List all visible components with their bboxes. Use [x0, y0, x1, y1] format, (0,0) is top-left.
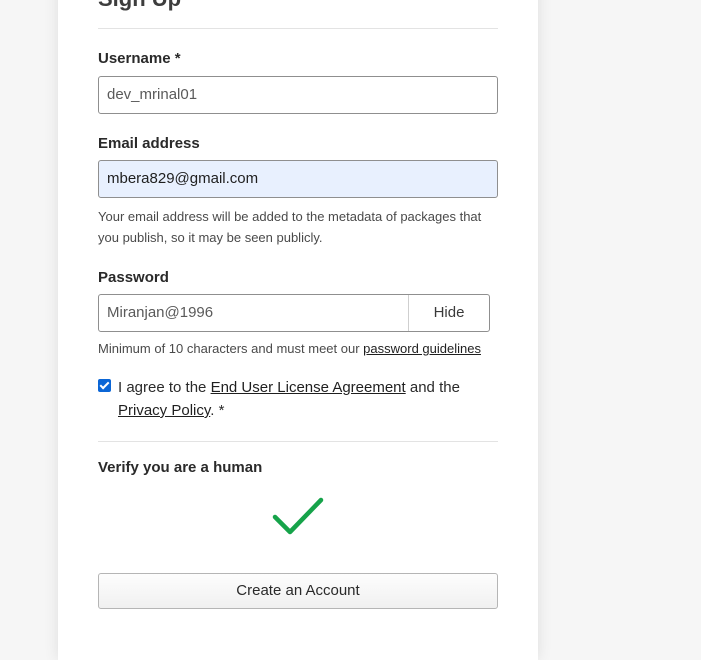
password-label: Password — [98, 269, 169, 286]
agree-suffix: . * — [210, 402, 225, 419]
divider — [98, 28, 498, 29]
privacy-policy-link[interactable]: Privacy Policy — [118, 402, 210, 419]
agree-prefix: I agree to the — [118, 379, 211, 396]
page-title: Sign Up — [98, 0, 181, 12]
username-input[interactable]: dev_mrinal01 — [98, 76, 498, 114]
email-help-text: Your email address will be added to the … — [98, 209, 482, 245]
email-label: Email address — [98, 135, 200, 152]
eula-link[interactable]: End User License Agreement — [211, 379, 406, 396]
agreement-text: I agree to the End User License Agreemen… — [118, 376, 493, 422]
username-label: Username * — [98, 50, 181, 67]
hide-password-button[interactable]: Hide — [409, 295, 489, 331]
agree-middle: and the — [405, 379, 460, 396]
divider — [98, 441, 498, 442]
agree-checkbox[interactable] — [98, 379, 111, 392]
password-help-text: Minimum of 10 characters and must meet o… — [98, 338, 498, 359]
password-help-prefix: Minimum of 10 characters and must meet o… — [98, 341, 364, 356]
captcha-label: Verify you are a human — [98, 459, 263, 476]
create-account-button[interactable]: Create an Account — [98, 573, 498, 609]
checkmark-icon — [272, 497, 324, 535]
password-guidelines-link[interactable]: password guidelines — [363, 341, 481, 356]
password-input[interactable]: Miranjan@1996 — [99, 295, 409, 331]
email-input[interactable]: mbera829@gmail.com — [98, 160, 498, 198]
password-field: Miranjan@1996 Hide — [98, 294, 490, 332]
